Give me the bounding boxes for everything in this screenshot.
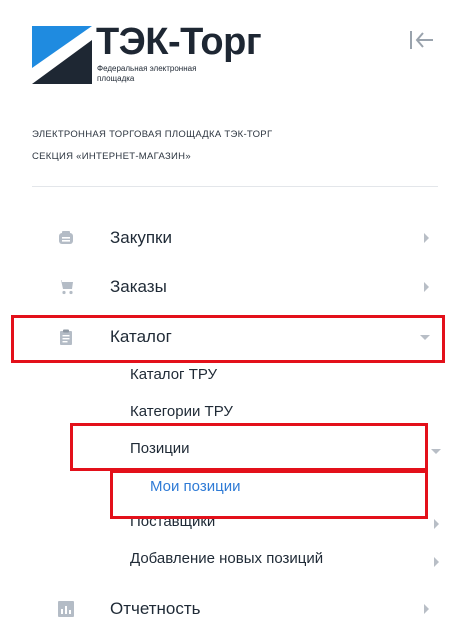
subtitle-line1: ЭЛЕКТРОННАЯ ТОРГОВАЯ ПЛОЩАДКА ТЭК-ТОРГ [32, 129, 273, 140]
chevron-down-icon [431, 449, 441, 454]
chevron-right-icon [424, 233, 429, 243]
chevron-down-icon [420, 335, 430, 340]
clipboard-icon [60, 329, 72, 345]
collapse-sidebar-icon[interactable] [407, 28, 435, 52]
chevron-right-icon [434, 557, 439, 567]
menu-label-catalog: Каталог [110, 327, 172, 346]
menu-label-reports: Отчетность [110, 599, 201, 618]
brand-tagline-line1: Федеральная электронная [97, 64, 197, 73]
chart-icon [58, 601, 74, 617]
menu-item-orders[interactable]: Заказы [0, 267, 452, 307]
submenu-suppliers[interactable]: Поставщики [130, 513, 215, 530]
platform-subtitle: ЭЛЕКТРОННАЯ ТОРГОВАЯ ПЛОЩАДКА ТЭК-ТОРГ С… [32, 124, 272, 168]
chevron-right-icon [424, 282, 429, 292]
menu-item-purchases[interactable]: Закупки [0, 218, 452, 258]
menu-item-reports[interactable]: Отчетность [0, 589, 452, 629]
submenu-my-positions[interactable]: Мои позиции [150, 478, 240, 495]
brand-name: ТЭК-Торг [96, 21, 262, 63]
purchases-icon [59, 231, 73, 244]
submenu-categories-tru[interactable]: Категории ТРУ [130, 403, 233, 420]
subtitle-line2: СЕКЦИЯ «ИНТЕРНЕТ-МАГАЗИН» [32, 151, 191, 162]
cart-icon [58, 280, 73, 295]
divider [32, 186, 438, 187]
brand-tagline: Федеральная электронная площадка [97, 64, 247, 84]
menu-label-purchases: Закупки [110, 228, 172, 247]
highlight-positions [70, 423, 428, 471]
chevron-right-icon [434, 519, 439, 529]
menu-item-catalog[interactable]: Каталог [0, 317, 452, 357]
chevron-right-icon [424, 604, 429, 614]
brand-tagline-line2: площадка [97, 74, 135, 83]
submenu-add-positions[interactable]: Добавление новых позиций [130, 550, 323, 567]
submenu-positions[interactable]: Позиции [130, 440, 190, 457]
submenu-catalog-tru[interactable]: Каталог ТРУ [130, 366, 217, 383]
tek-torg-logo-icon [32, 26, 92, 84]
menu-label-orders: Заказы [110, 277, 167, 296]
